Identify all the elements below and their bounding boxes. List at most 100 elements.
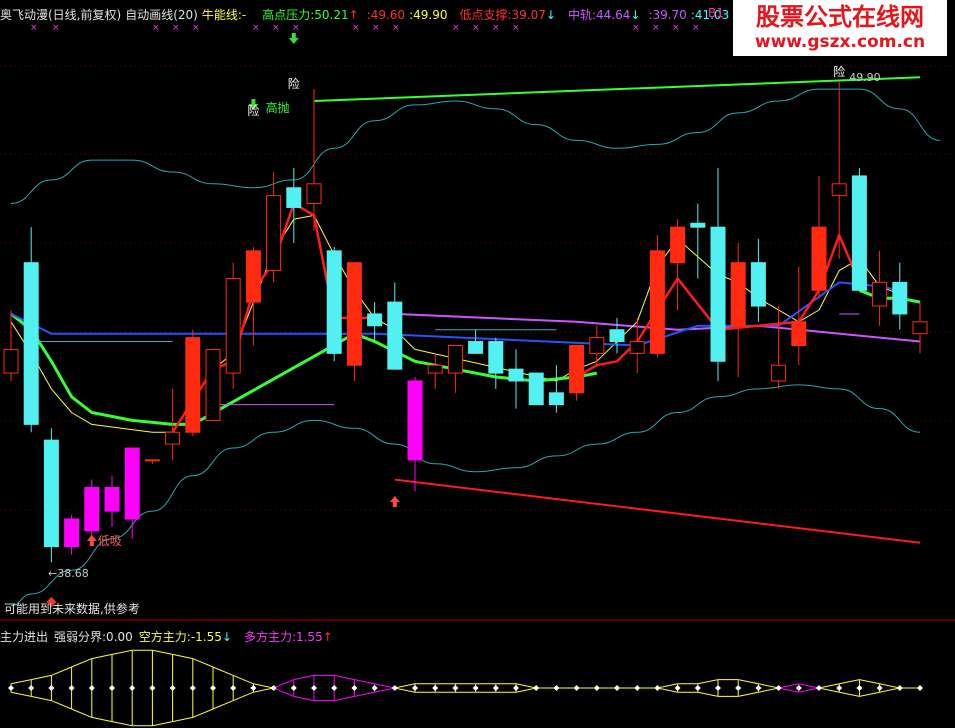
candle-body-36 [730,262,746,327]
mid-label: 中轨:44.64 [567,8,631,22]
osc-upper-seg-17 [354,691,375,697]
candle-7 [144,459,160,464]
candle-body-30 [609,329,625,343]
candle-33 [670,219,686,310]
header-x-mark-11: × [452,23,460,33]
logo-url: www.gszx.com.cn [754,32,926,52]
candle-body-15 [306,183,322,205]
osc-dot-43 [876,685,883,691]
candle-body-5 [104,486,120,512]
buy-arrow-2 [389,496,400,507]
osc-dot-0 [8,685,14,691]
osc-lower-seg-36 [738,691,759,697]
candle-body-19 [387,301,403,370]
osc-lower-seg-16 [334,674,355,681]
osc-dot-45 [917,685,923,691]
candle-body-24 [488,341,504,374]
danger-mark-3: 险 [833,64,845,79]
candle-body-18 [367,313,383,327]
osc-lower-seg-2 [51,700,72,710]
header-x-mark-10: × [392,23,400,33]
candle-body-26 [528,372,544,406]
osc-upper-seg-19 [394,683,416,689]
osc-lower-seg-0 [10,691,32,697]
osc-upper-seg-12 [253,683,274,689]
candle-13 [266,171,282,283]
osc-upper-seg-5 [111,649,133,655]
osc-dot-34 [694,685,701,691]
candle-body-33 [670,226,686,264]
candle-body-10 [205,348,221,421]
osc-dot-11 [230,685,237,691]
osc-dot-15 [311,685,317,691]
value-c: :39.70 [648,8,687,22]
osc-dot-10 [210,685,216,691]
osc-lower-seg-9 [192,708,214,718]
osc-upper-seg-13 [273,687,294,697]
candle-43 [872,250,888,326]
osc-dot-41 [836,685,843,691]
osc-lower-seg-1 [31,695,52,702]
header-x-mark-16: × [652,23,660,33]
candle-21 [427,353,443,389]
osc-upper-seg-43 [879,683,900,689]
candle-20 [407,377,423,492]
candle-3 [64,515,80,555]
osc-dot-25 [513,685,519,691]
osc-dot-21 [432,685,439,691]
candle-body-31 [629,341,645,354]
osc-upper-seg-0 [10,679,32,685]
osc-lower-seg-12 [253,687,274,693]
osc-lower-seg-17 [354,679,375,685]
osc-dot-9 [189,685,196,691]
header-x-mark-6: × [272,23,280,33]
osc-upper-seg-11 [233,674,254,685]
buy-arrow-1 [86,535,97,546]
candle-body-13 [266,195,282,272]
low-label: 低点支撑:39.07 [459,8,546,22]
osc-lower-seg-10 [212,700,234,710]
candle-body-20 [407,380,423,461]
candle-28 [569,344,585,401]
osc-upper-seg-42 [859,679,880,685]
osc-dot-6 [129,685,136,691]
candle-37 [750,239,766,322]
candle-12 [245,246,261,346]
osc-dot-23 [472,685,479,691]
header-x-mark-18: × [692,23,700,33]
candle-body-39 [791,321,807,346]
osc-upper-seg-7 [152,649,173,655]
candle-body-6 [124,447,140,520]
osc-dot-13 [270,685,277,691]
candle-34 [690,203,706,279]
low-price-label: ←38.68 [48,567,89,580]
osc-upper-seg-32 [657,683,678,689]
strong-weak-label: 强弱分界:0.00 [54,630,133,644]
osc-dot-40 [816,685,822,691]
osc-lower-seg-13 [273,679,294,689]
candle-4 [84,479,100,543]
support-line [394,478,921,544]
signal-marks: 险险险高抛低吸49.90←38.68× × × × × × × × × × × × × × × × × × × [30,23,881,607]
osc-dot-16 [331,685,338,691]
candle-27 [548,365,564,413]
green-mid-line-2 [858,288,921,304]
osc-dot-36 [735,685,742,691]
osc-dot-18 [371,685,378,691]
osc-dot-20 [412,685,418,691]
value-b: :49.90 [409,8,448,22]
osc-lower-seg-18 [374,683,395,689]
price-chart: 险险险高抛低吸49.90←38.68× × × × × × × × × × × × × × × × × × × [0,23,955,727]
osc-upper-seg-16 [334,695,355,702]
candle-22 [447,344,463,393]
candle-2 [43,428,59,563]
osc-dot-12 [250,685,257,691]
candle-9 [185,329,201,437]
candle-body-3 [64,518,80,548]
lower-band-line [10,384,921,607]
osc-dot-28 [573,685,580,691]
osc-dot-33 [674,685,681,691]
osc-lower-seg-3 [71,708,92,718]
osc-lower-seg-38 [778,683,799,689]
chart-title: 奥飞动漫(日线,前复权) [0,8,122,22]
